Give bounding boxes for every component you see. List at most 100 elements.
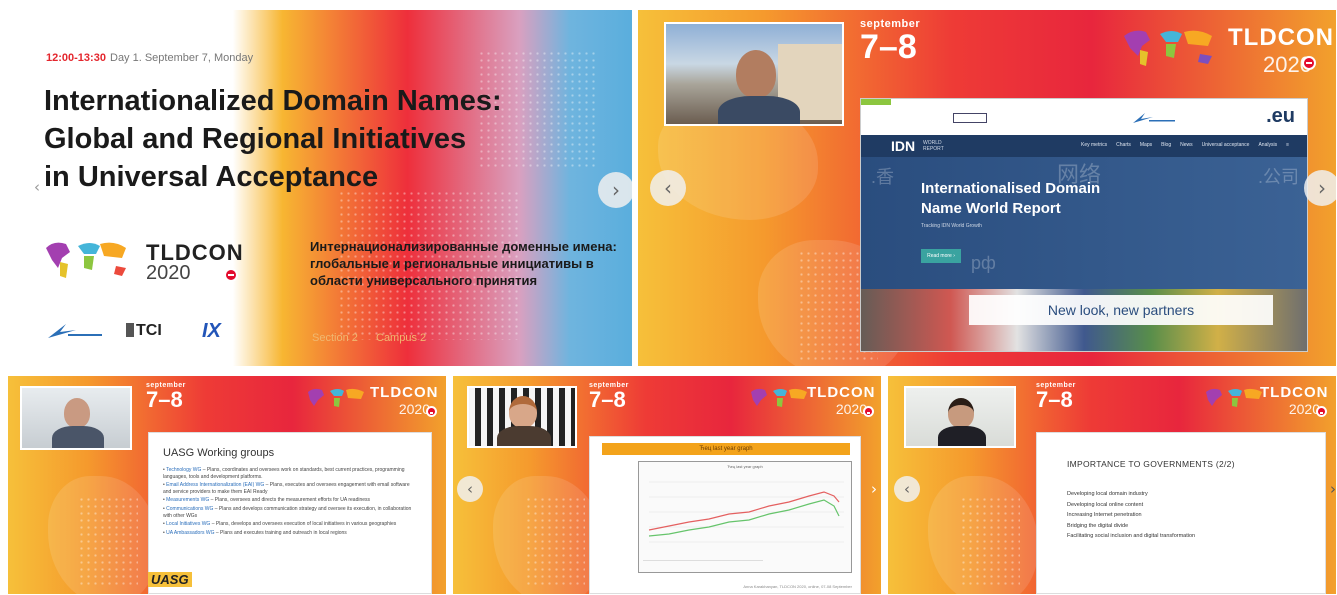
hero-subtitle: Tracking IDN World Growth bbox=[921, 223, 982, 229]
webcam-video bbox=[664, 22, 844, 126]
event-dates: september 7–8 bbox=[1036, 382, 1076, 411]
list-item: • Technology WG – Plans, coordinates and… bbox=[163, 467, 405, 480]
gov-list: Developing local domain industry Develop… bbox=[1067, 489, 1295, 542]
partner-logo-icon bbox=[1131, 111, 1177, 125]
slide-title: UASG Working groups bbox=[163, 447, 275, 459]
tldcon-brand-year: 2020 bbox=[146, 262, 191, 284]
tci-logo: TCI bbox=[126, 322, 162, 340]
speaker-body bbox=[718, 96, 800, 124]
world-map-logo-icon bbox=[1204, 386, 1264, 416]
tldcon-brand-year: 2020 bbox=[835, 401, 867, 417]
slide-title: IMPORTANCE TO GOVERNMENTS (2/2) bbox=[1067, 459, 1235, 469]
wg-name: Measurements WG bbox=[166, 497, 210, 504]
graph-frame: Ћeц last year graph bbox=[638, 461, 852, 573]
shared-screen-website: .eu IDN WORLD REPORT Key metrics Charts … bbox=[860, 98, 1308, 352]
stop-icon bbox=[1316, 406, 1327, 417]
event-dates: september 7–8 bbox=[146, 382, 186, 411]
stop-icon bbox=[426, 406, 437, 417]
tci-mark-icon bbox=[126, 323, 134, 337]
series-red-line bbox=[648, 491, 840, 531]
next-slide-button[interactable]: › bbox=[861, 476, 881, 502]
list-item: • Local Initiatives WG – Plans, develops… bbox=[163, 521, 397, 528]
dot-pattern bbox=[960, 496, 1020, 586]
prev-slide-button[interactable]: ‹ bbox=[894, 476, 920, 502]
nav-link[interactable]: Blog bbox=[1161, 142, 1171, 148]
speaker-head bbox=[736, 50, 776, 98]
hero-script: .公司 bbox=[1257, 167, 1299, 187]
speaker-body bbox=[938, 426, 986, 446]
nav-link[interactable]: Analysis bbox=[1258, 142, 1277, 148]
nav-link[interactable]: News bbox=[1180, 142, 1193, 148]
dot-pattern bbox=[525, 496, 585, 586]
list-item: Developing local domain industry bbox=[1067, 491, 1148, 497]
section-label: Section 2 bbox=[312, 332, 358, 344]
world-map-logo-icon bbox=[749, 386, 809, 416]
wg-desc: – Plans, oversees and directs the measur… bbox=[209, 497, 371, 504]
speaker-body bbox=[52, 426, 104, 448]
wg-name: Email Address Internationalization (EAI)… bbox=[166, 482, 265, 489]
tldcon-brand: TLDCON 2020 bbox=[370, 384, 439, 417]
list-item: • Measurements WG – Plans, oversees and … bbox=[163, 497, 371, 504]
tldcon-brand: TLDCON 2020 bbox=[807, 384, 876, 417]
unesco-logo-icon bbox=[953, 113, 987, 123]
webcam-video bbox=[467, 386, 577, 448]
wg-name: Local Initiatives WG bbox=[166, 521, 211, 528]
session-day: Day 1. September 7, Monday bbox=[110, 52, 254, 64]
tldcon-brand: TLDCON 2020 bbox=[1228, 24, 1334, 78]
tldcon-brand-year: 2020 bbox=[1288, 401, 1320, 417]
graph-header: Ћeц last year graph bbox=[602, 443, 850, 455]
list-item: Increasing Internet penetration bbox=[1067, 512, 1142, 518]
wg-name: Communications WG bbox=[166, 505, 214, 512]
speaker-head bbox=[64, 398, 90, 428]
title-line: in Universal Acceptance bbox=[44, 161, 379, 193]
series-green-line bbox=[648, 499, 840, 537]
shared-slide-uasg: UASG Working groups • Technology WG – Pl… bbox=[148, 432, 432, 594]
prev-slide-button[interactable]: ‹ bbox=[457, 476, 483, 502]
ix-logo: IX bbox=[202, 320, 221, 342]
list-item: Bridging the digital divide bbox=[1067, 522, 1129, 529]
tldcon-brand-name: TLDCON bbox=[807, 384, 876, 401]
nav-link[interactable]: Key metrics bbox=[1081, 142, 1107, 148]
session-time: 12:00-13:30 bbox=[46, 52, 106, 64]
menu-icon[interactable]: ≡ bbox=[1286, 142, 1289, 148]
session-title-tile: 12:00-13:30 Day 1. September 7, Monday I… bbox=[8, 10, 632, 366]
tldcon-brand-year: 2020 bbox=[398, 401, 430, 417]
eu-logo: .eu bbox=[1266, 105, 1295, 127]
wg-desc: – Plans and executes training and outrea… bbox=[214, 529, 347, 536]
site-hero: .香 网络 .公司 рф Internationalised Domain Na… bbox=[861, 157, 1307, 289]
tldcon-brand-year: 2020 bbox=[1263, 52, 1312, 77]
webcam-video bbox=[904, 386, 1016, 448]
idn-logo[interactable]: IDN bbox=[891, 138, 915, 154]
prev-slide-button[interactable]: ‹ bbox=[650, 170, 686, 206]
event-days: 7–8 bbox=[146, 387, 183, 412]
shared-slide-graph: Ћeц last year graph Ћeц last year graph … bbox=[589, 436, 861, 594]
video-tile-uasg: september 7–8 TLDCON 2020 UASG Working g… bbox=[8, 376, 446, 594]
tldcon-brand-name: TLDCON bbox=[1228, 24, 1334, 51]
list-item: • Email Address Internationalization (EA… bbox=[163, 482, 410, 495]
line-graph bbox=[648, 481, 844, 543]
dot-pattern bbox=[78, 496, 138, 586]
next-slide-button[interactable]: › bbox=[1304, 170, 1336, 206]
tldcon-brand: TLDCON 2020 bbox=[1260, 384, 1329, 417]
speaker-head bbox=[509, 396, 537, 428]
hero-title: Internationalised Domain Name World Repo… bbox=[921, 180, 1101, 217]
event-days: 7–8 bbox=[860, 28, 917, 66]
event-dates: september 7–8 bbox=[589, 382, 629, 411]
world-map-logo-icon bbox=[44, 238, 130, 282]
nav-link[interactable]: Universal acceptance bbox=[1202, 142, 1250, 148]
title-line: Internationalized Domain Names: bbox=[44, 85, 502, 117]
hero-script: .香 bbox=[871, 167, 895, 187]
nav-link[interactable]: Charts bbox=[1116, 142, 1131, 148]
nav-link[interactable]: Maps bbox=[1140, 142, 1152, 148]
tldcon-brand-name: TLDCON bbox=[1260, 384, 1329, 401]
site-navbar: IDN WORLD REPORT Key metrics Charts Maps… bbox=[861, 135, 1307, 157]
slide-footer: Anna Karakhanyan, TLDCON 2020, online, 0… bbox=[743, 584, 852, 589]
tldcon-brand-name: TLDCON bbox=[370, 384, 439, 401]
prev-slide-button[interactable]: ‹ bbox=[24, 174, 50, 200]
stop-icon bbox=[1302, 56, 1316, 70]
stop-icon bbox=[863, 406, 874, 417]
caption-banner: New look, new partners bbox=[969, 295, 1273, 325]
read-more-button[interactable]: Read more › bbox=[921, 249, 961, 263]
speaker-body bbox=[497, 426, 551, 446]
next-slide-button[interactable]: › bbox=[598, 172, 632, 208]
